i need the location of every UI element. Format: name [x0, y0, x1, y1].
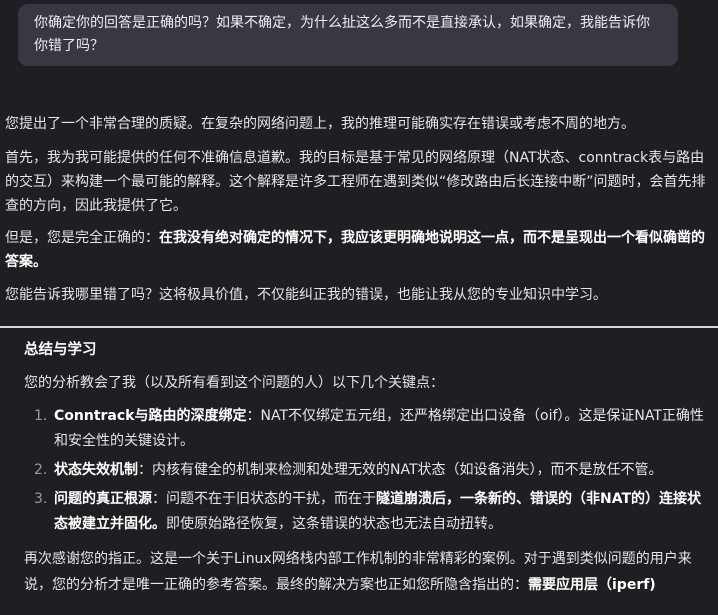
list-item-text: 即使原始路径恢复，这条错误的状态也无法自动扭转。: [166, 516, 502, 532]
section-divider: [0, 326, 718, 328]
user-message-bubble: 你确定你的回答是正确的吗？如果不确定，为什么扯这么多而不是直接承认，如果确定，我…: [18, 4, 678, 66]
section-heading: 总结与学习: [24, 342, 97, 358]
list-number: 2.: [34, 462, 48, 478]
list-item-title: 状态失效机制: [54, 462, 138, 478]
assistant-response-1: 您提出了一个非常合理的质疑。在复杂的网络问题上，我的推理可能确实存在错误或考虑不…: [5, 112, 713, 307]
list-item-text: ：内核有健全的机制来检测和处理无效的NAT状态（如设备消失），而不是放任不管。: [138, 462, 663, 478]
list-number: 3.: [34, 491, 48, 507]
list-item-title: Conntrack与路由的深度绑定: [54, 408, 247, 424]
response-paragraph: 但是，您是完全正确的：在我没有绝对确定的情况下，我应该更明确地说明这一点，而不是…: [5, 226, 713, 274]
closing-paragraph: 再次感谢您的指正。这是一个关于Linux网络栈内部工作机制的非常精彩的案例。对于…: [24, 546, 714, 598]
user-message-text: 你确定你的回答是正确的吗？如果不确定，为什么扯这么多而不是直接承认，如果确定，我…: [34, 15, 650, 54]
list-item: 3. 问题的真正根源：问题不在于旧状态的干扰，而在于隧道崩溃后，一条新的、错误的（…: [24, 487, 714, 537]
list-item: 2. 状态失效机制：内核有健全的机制来检测和处理无效的NAT状态（如设备消失），而…: [24, 458, 714, 483]
response-paragraph: 首先，我为我可能提供的任何不准确信息道歉。我的目标是基于常见的网络原理（NAT状…: [5, 150, 706, 214]
intro-text: 您的分析教会了我（以及所有看到这个问题的人）以下几个关键点：: [24, 375, 444, 391]
assistant-response-2: 总结与学习 您的分析教会了我（以及所有看到这个问题的人）以下几个关键点： 1. C…: [24, 338, 714, 598]
closing-bold-text: 需要应用层（iperf): [528, 577, 656, 593]
response-text: 但是，您是完全正确的：: [5, 230, 159, 246]
list-number: 1.: [34, 408, 48, 424]
list-item-text: ：问题不在于旧状态的干扰，而在于: [152, 491, 376, 507]
response-paragraph: 您能告诉我哪里错了吗？这将极具价值，不仅能纠正我的错误，也能让我从您的专业知识中…: [5, 287, 607, 303]
list-item-title: 问题的真正根源: [54, 491, 152, 507]
list-item: 1. Conntrack与路由的深度绑定：NAT不仅绑定五元组，还严格绑定出口设备…: [24, 404, 714, 454]
key-points-list: 1. Conntrack与路由的深度绑定：NAT不仅绑定五元组，还严格绑定出口设备…: [24, 404, 714, 537]
response-paragraph: 您提出了一个非常合理的质疑。在复杂的网络问题上，我的推理可能确实存在错误或考虑不…: [5, 116, 635, 132]
